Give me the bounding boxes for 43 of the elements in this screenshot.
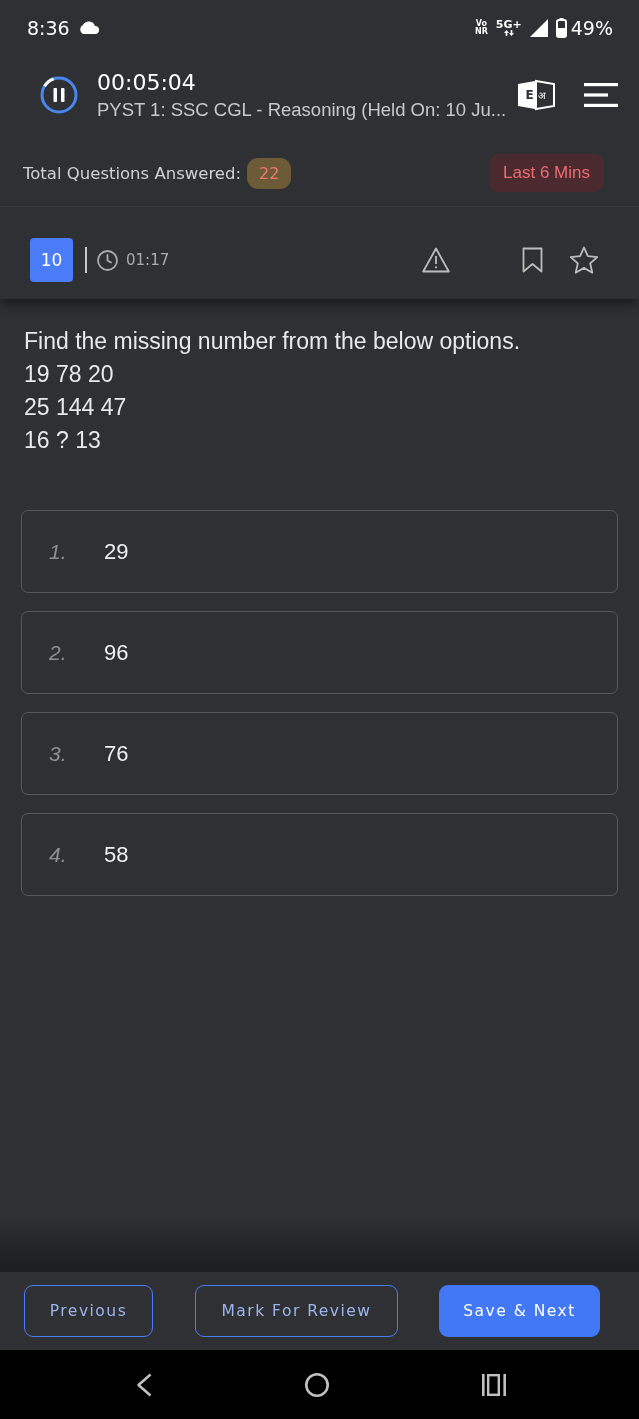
- time-window-chip: Last 6 Mins: [489, 154, 604, 192]
- question-time: 01:17: [126, 251, 170, 269]
- option-number: 3.: [49, 741, 68, 766]
- network-type: 5G+: [495, 19, 522, 30]
- battery-icon: [555, 17, 567, 38]
- option-card[interactable]: 2. 96: [21, 611, 618, 694]
- option-number: 1.: [49, 539, 68, 564]
- option-value: 76: [104, 740, 129, 767]
- question-number-badge: 10: [30, 238, 73, 282]
- answered-label: Total Questions Answered:: [23, 163, 241, 183]
- option-number: 4.: [49, 842, 68, 867]
- option-card[interactable]: 3. 76: [21, 712, 618, 795]
- save-next-button[interactable]: Save & Next: [439, 1285, 600, 1337]
- option-card[interactable]: 4. 58: [21, 813, 618, 896]
- number-row-text: 16 ? 13: [23, 426, 101, 455]
- previous-button[interactable]: Previous: [24, 1285, 153, 1337]
- star-icon[interactable]: [569, 245, 599, 275]
- vonr-label: Vo NR: [475, 19, 488, 36]
- clock-time: 8:36: [27, 16, 70, 39]
- option-number: 2.: [49, 640, 68, 665]
- data-arrows-icon: [503, 30, 514, 36]
- pause-timer-icon[interactable]: [40, 76, 78, 114]
- mark-review-button[interactable]: Mark For Review: [195, 1285, 398, 1337]
- number-row-text: 25 144 47: [23, 393, 127, 422]
- option-value: 96: [104, 639, 129, 666]
- question-text: Find the missing number from the below options.: [23, 327, 521, 356]
- back-icon[interactable]: [136, 1372, 152, 1397]
- home-icon[interactable]: [305, 1372, 329, 1397]
- option-card[interactable]: 1. 29: [21, 510, 618, 593]
- option-value: 58: [104, 841, 129, 868]
- option-value: 29: [104, 538, 129, 565]
- menu-icon[interactable]: [584, 83, 618, 107]
- bookmark-icon[interactable]: [522, 247, 543, 273]
- signal-icon: [529, 18, 548, 37]
- answered-count-badge: 22: [247, 157, 292, 189]
- test-title: PYST 1: SSC CGL - Reasoning (Held On: 10 Ju...: [97, 99, 507, 121]
- cloud-icon: [77, 21, 100, 34]
- clock-icon: [97, 249, 118, 271]
- elapsed-timer: 00:05:04: [97, 69, 196, 97]
- warning-icon[interactable]: [422, 247, 450, 273]
- battery-percent: 49%: [570, 16, 613, 39]
- recent-apps-icon[interactable]: [482, 1373, 506, 1396]
- number-row-text: 19 78 20: [23, 360, 114, 389]
